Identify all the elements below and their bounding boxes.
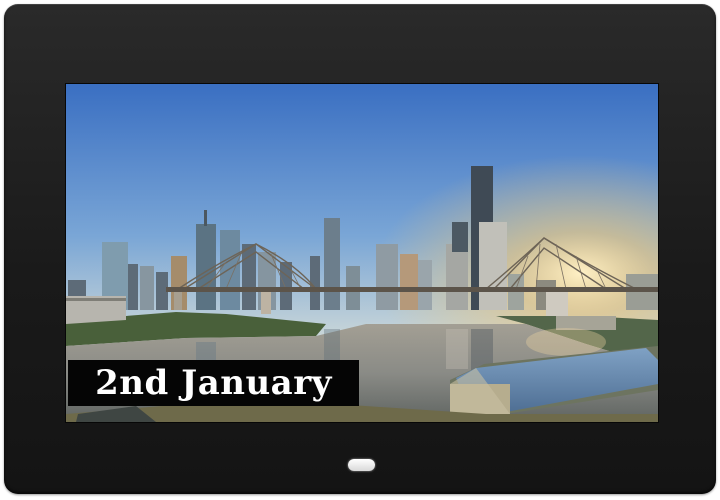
date-caption: 2nd January bbox=[68, 360, 359, 406]
power-indicator-icon bbox=[348, 459, 375, 471]
